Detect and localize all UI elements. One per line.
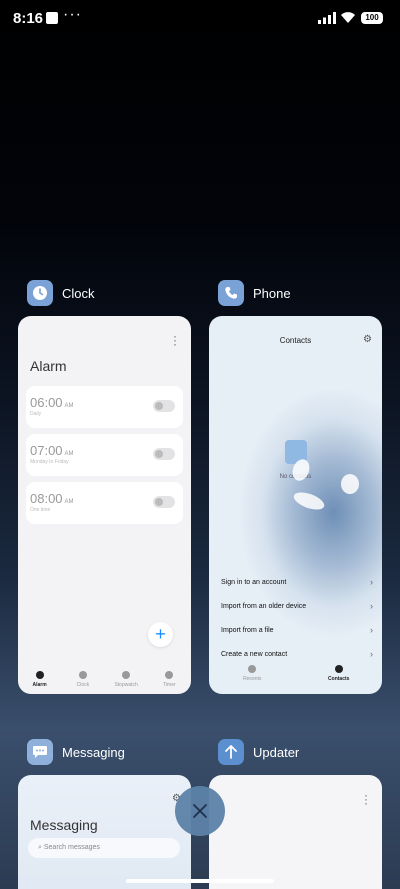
decorative-blob (341, 474, 359, 494)
alarm-toggle[interactable] (153, 496, 175, 508)
alarm-time: 08:00 AM (30, 491, 74, 506)
clock-app-card[interactable]: · · · Alarm 06:00 AM Daily 07:00 AM Monday t… (18, 316, 191, 694)
contacts-title: Contacts (279, 336, 312, 345)
more-notifications-icon: ··· (63, 6, 82, 23)
app-name-clock: Clock (62, 285, 95, 301)
chevron-right-icon: › (370, 577, 373, 587)
stopwatch-icon (122, 671, 131, 679)
app-header-updater[interactable]: Updater (218, 739, 299, 765)
more-options-icon[interactable]: · · · (173, 330, 177, 350)
updater-app-card[interactable]: · · · (209, 775, 382, 889)
more-options-icon[interactable]: · · · (364, 789, 368, 809)
wifi-icon (341, 12, 355, 23)
alarm-toggle[interactable] (153, 400, 175, 412)
alarm-repeat: Daily (30, 411, 42, 417)
search-messages-input[interactable]: ⌕ Search messages (28, 838, 180, 858)
hourglass-icon (165, 671, 174, 679)
alarm-repeat: Monday to Friday (30, 459, 69, 465)
tab-contacts[interactable]: Contacts (319, 665, 359, 682)
app-name-messaging: Messaging (62, 744, 125, 760)
app-header-clock[interactable]: Clock (27, 280, 95, 306)
person-icon (334, 665, 343, 673)
alarm-title: Alarm (30, 358, 67, 374)
action-import-device[interactable]: Import from an older device › (221, 594, 373, 618)
up-arrow-icon (218, 739, 244, 765)
alarm-item[interactable]: 08:00 AM One time (26, 482, 183, 524)
tab-timer[interactable]: Timer (149, 671, 189, 688)
clock-bottom-nav: Alarm Clock Stopwatch Timer (18, 671, 191, 688)
tab-stopwatch[interactable]: Stopwatch (106, 671, 146, 688)
clear-all-button[interactable] (175, 786, 225, 836)
home-indicator[interactable] (126, 879, 274, 883)
contacts-actions: Sign in to an account › Import from an ol… (221, 570, 373, 666)
chevron-right-icon: › (370, 601, 373, 611)
app-header-phone[interactable]: Phone (218, 280, 291, 306)
status-time: 8:16 (13, 10, 44, 27)
action-sign-in[interactable]: Sign in to an account › (221, 570, 373, 594)
chevron-right-icon: › (370, 649, 373, 659)
action-import-file[interactable]: Import from a file › (221, 618, 373, 642)
alarm-clock-icon (35, 671, 44, 679)
alarm-item[interactable]: 07:00 AM Monday to Friday (26, 434, 183, 476)
decorative-blob (291, 488, 327, 514)
phone-icon (218, 280, 244, 306)
chat-bubble-icon (27, 739, 53, 765)
app-header-messaging[interactable]: Messaging (27, 739, 125, 765)
close-icon (193, 804, 207, 818)
clock-tab-icon (78, 671, 87, 679)
status-bar: 8:16 ··· 100 (0, 0, 400, 36)
tab-alarm[interactable]: Alarm (20, 671, 60, 688)
signal-icon (318, 12, 336, 24)
tab-clock[interactable]: Clock (63, 671, 103, 688)
alarm-time: 06:00 AM (30, 395, 74, 410)
phone-bottom-nav: Recents Contacts (209, 665, 382, 682)
settings-gear-icon[interactable]: ⚙ (363, 334, 372, 345)
alarm-time: 07:00 AM (30, 443, 74, 458)
battery-icon: 100 (361, 12, 383, 24)
clock-icon (27, 280, 53, 306)
messaging-app-card[interactable]: ⚙ Messaging ⌕ Search messages (18, 775, 191, 889)
action-create-contact[interactable]: Create a new contact › (221, 642, 373, 666)
add-alarm-button[interactable]: + (148, 622, 173, 647)
alarm-item[interactable]: 06:00 AM Daily (26, 386, 183, 428)
app-name-phone: Phone (253, 285, 291, 301)
phone-app-card[interactable]: Contacts ⚙ No contacts Sign in to an acc… (209, 316, 382, 694)
chevron-right-icon: › (370, 625, 373, 635)
app-name-updater: Updater (253, 744, 300, 760)
messaging-title: Messaging (30, 817, 98, 833)
notification-icon (46, 12, 58, 24)
phone-handset-icon (248, 665, 257, 673)
tab-recents[interactable]: Recents (232, 665, 272, 682)
alarm-toggle[interactable] (153, 448, 175, 460)
alarm-repeat: One time (30, 507, 51, 513)
